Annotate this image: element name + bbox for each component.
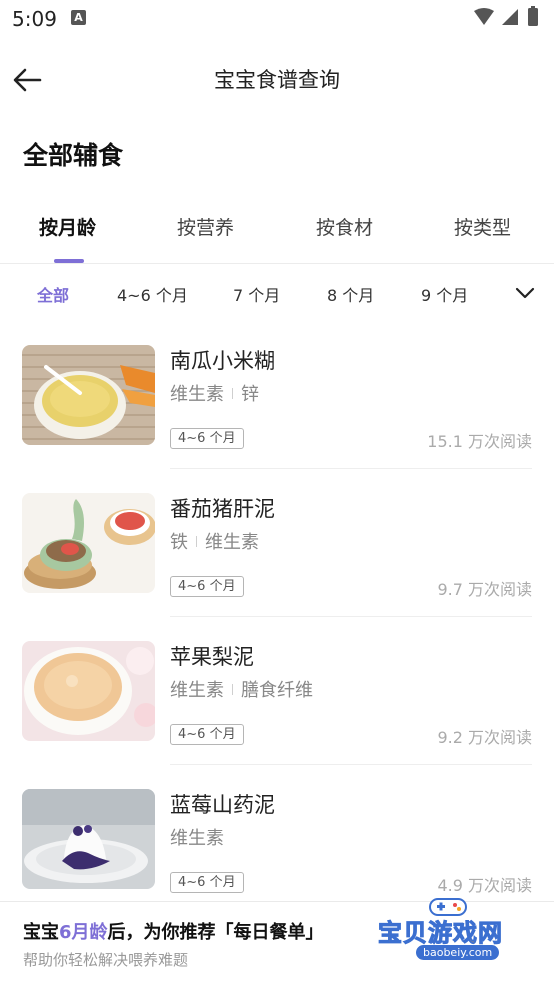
tag-separator — [232, 684, 233, 695]
nutrient-tag: 维生素 — [170, 680, 224, 701]
recipe-name: 蓝莓山药泥 — [170, 793, 275, 817]
nutrient-tag: 维生素 — [205, 532, 259, 553]
recipe-name: 苹果梨泥 — [170, 645, 254, 669]
banner-subtitle: 帮助你轻松解决喂养难题 — [23, 951, 189, 969]
tab-by-ingredient[interactable]: 按食材 — [316, 213, 373, 240]
age-filter-bar: 全部 4~6 个月 7 个月 8 个月 9 个月 — [0, 272, 554, 314]
notification-a-icon: A — [71, 10, 86, 25]
divider — [0, 263, 554, 264]
age-chip-8-months[interactable]: 8 个月 — [327, 282, 374, 306]
nutrient-tag: 维生素 — [170, 384, 224, 405]
read-count: 15.1 万次阅读 — [427, 432, 532, 451]
status-bar: 5:09 A — [0, 0, 554, 38]
age-chip-7-months[interactable]: 7 个月 — [233, 282, 280, 306]
age-badge: 4~6 个月 — [170, 428, 244, 449]
tag-separator — [196, 536, 197, 547]
age-badge: 4~6 个月 — [170, 872, 244, 893]
recipe-tags: 维生素 膳食纤维 — [170, 676, 313, 702]
recipe-tags: 维生素 — [170, 824, 224, 850]
divider — [170, 468, 532, 469]
tag-separator — [232, 388, 233, 399]
category-tabs: 按月龄 按营养 按食材 按类型 — [0, 205, 554, 263]
nutrient-tag: 铁 — [170, 532, 188, 553]
wifi-icon — [474, 8, 494, 25]
recipe-photo-apple-pear — [22, 641, 155, 741]
site-watermark: 宝贝游戏网 baobeiy.com — [378, 893, 528, 973]
age-badge: 4~6 个月 — [170, 576, 244, 597]
recipe-photo-blueberry-yam — [22, 789, 155, 889]
watermark-url: baobeiy.com — [416, 945, 500, 960]
recipe-row[interactable]: 番茄猪肝泥 铁维生素 4~6 个月 9.7 万次阅读 — [0, 478, 554, 624]
tab-by-type[interactable]: 按类型 — [454, 213, 511, 240]
banner-headline: 宝宝6月龄后，为你推荐「每日餐单」 — [23, 918, 324, 944]
age-chip-4-6-months[interactable]: 4~6 个月 — [117, 282, 188, 306]
banner-headline-accent: 6月龄 — [59, 922, 108, 943]
section-title: 全部辅食 — [23, 141, 124, 170]
tab-by-age[interactable]: 按月龄 — [39, 213, 96, 240]
chevron-down-icon[interactable] — [512, 280, 538, 306]
nutrient-tag: 膳食纤维 — [241, 680, 313, 701]
recipe-name: 南瓜小米糊 — [170, 349, 275, 373]
recipe-tags: 铁维生素 — [170, 528, 259, 554]
age-chip-9-months[interactable]: 9 个月 — [421, 282, 468, 306]
divider — [170, 764, 532, 765]
recipe-row[interactable]: 南瓜小米糊 维生素锌 4~6 个月 15.1 万次阅读 — [0, 330, 554, 476]
recipe-name: 番茄猪肝泥 — [170, 497, 275, 521]
battery-icon — [528, 8, 538, 26]
age-chip-all[interactable]: 全部 — [37, 282, 69, 306]
read-count: 9.2 万次阅读 — [437, 728, 532, 747]
watermark-text: 宝贝游戏网 — [378, 919, 503, 948]
nutrient-tag: 维生素 — [170, 828, 224, 849]
cell-signal-icon — [502, 9, 518, 25]
banner-headline-prefix: 宝宝 — [23, 922, 59, 943]
recipe-photo-pumpkin-millet — [22, 345, 155, 445]
divider — [170, 616, 532, 617]
banner-headline-suffix: 后，为你推荐「每日餐单」 — [107, 922, 324, 943]
nutrient-tag: 锌 — [241, 384, 259, 405]
recipe-photo-tomato-liver — [22, 493, 155, 593]
read-count: 9.7 万次阅读 — [437, 580, 532, 599]
age-badge: 4~6 个月 — [170, 724, 244, 745]
recipe-tags: 维生素锌 — [170, 380, 259, 406]
recipe-row[interactable]: 苹果梨泥 维生素 膳食纤维 4~6 个月 9.2 万次阅读 — [0, 626, 554, 772]
app-header: 宝宝食谱查询 — [0, 40, 554, 120]
tab-by-nutrition[interactable]: 按营养 — [177, 213, 234, 240]
signal-battery-icons — [474, 6, 538, 26]
status-time: 5:09 — [12, 7, 57, 31]
page-title: 宝宝食谱查询 — [214, 68, 340, 92]
